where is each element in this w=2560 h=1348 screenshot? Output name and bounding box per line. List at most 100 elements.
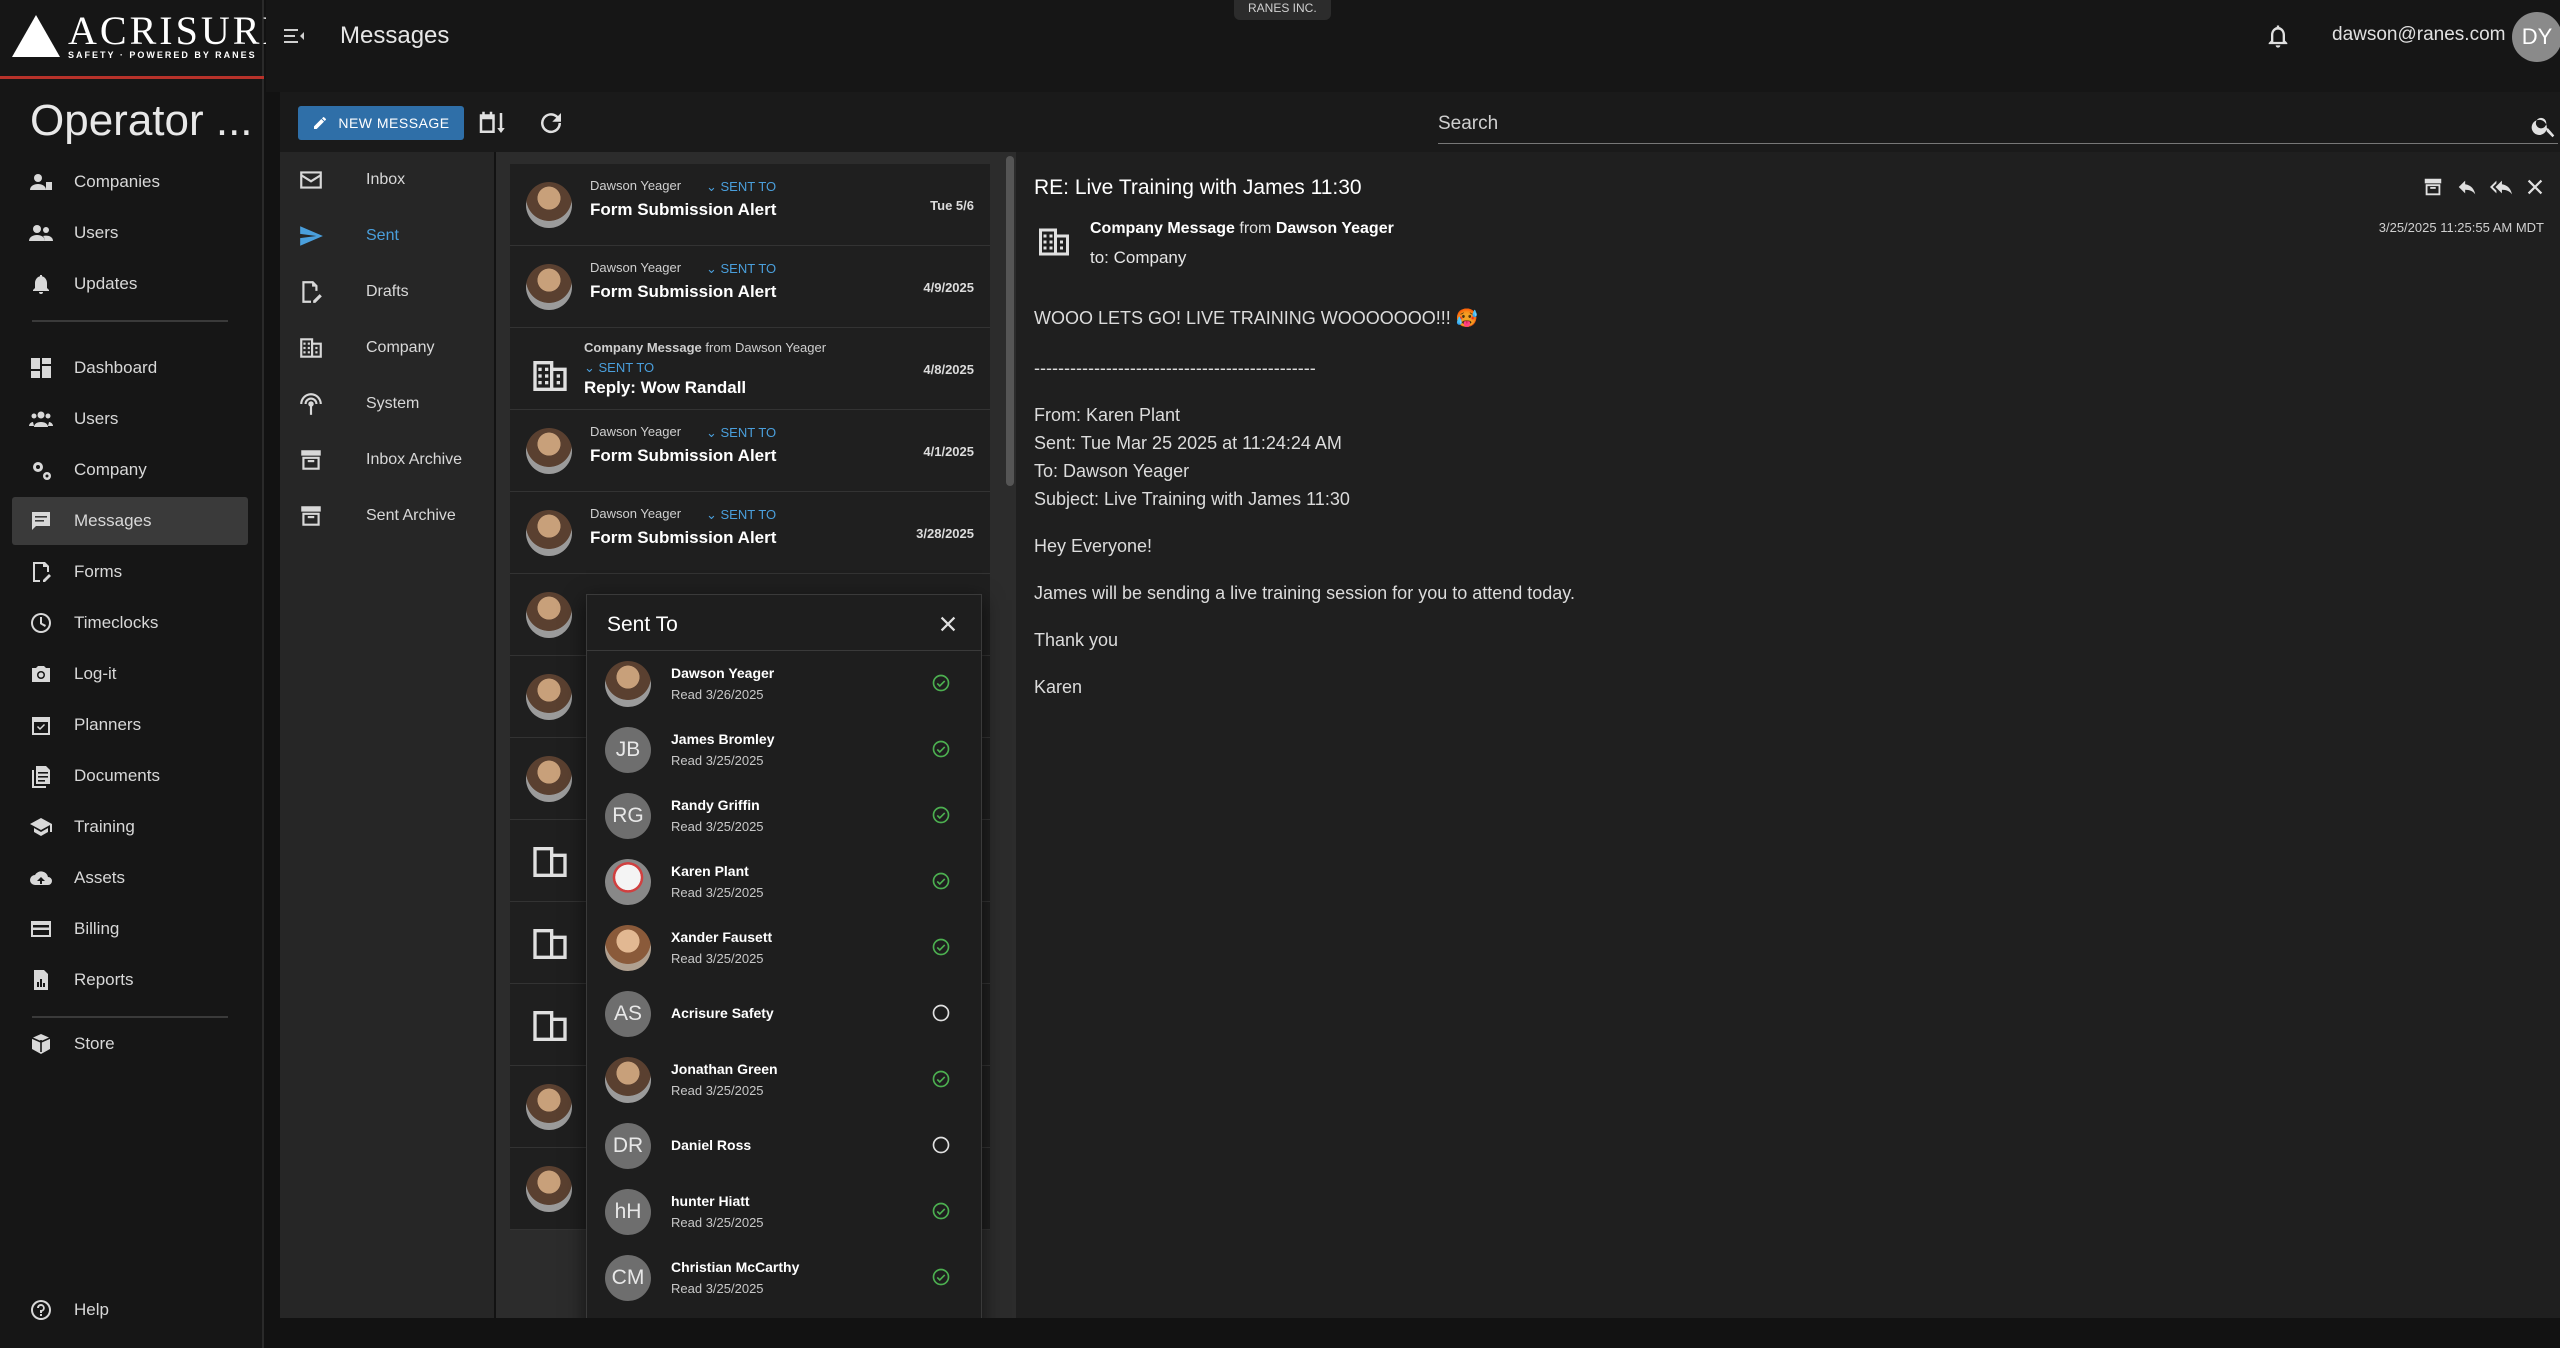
sidebar-item-forms[interactable]: Forms <box>12 548 248 596</box>
message-row[interactable]: Dawson Yeager ⌄ SENT TO Form Submission … <box>510 410 990 492</box>
message-row[interactable]: Company Message from Dawson Yeager ⌄ SEN… <box>510 328 990 410</box>
messages-toolbar: NEW MESSAGE <box>280 92 2560 152</box>
recipient-name: Daniel Ross <box>671 1137 752 1153</box>
message-date: 4/1/2025 <box>923 444 974 459</box>
sidebar-item-store[interactable]: Store <box>12 1020 248 1068</box>
message-row[interactable]: Dawson Yeager ⌄ SENT TO Form Submission … <box>510 246 990 328</box>
archive-icon[interactable] <box>2422 176 2444 198</box>
reply-all-icon[interactable] <box>2490 176 2512 198</box>
sent-to-toggle[interactable]: ⌄ SENT TO <box>584 360 654 376</box>
sidebar-item-users[interactable]: Users <box>12 209 248 257</box>
recipient-row[interactable]: Dawson Yeager Read 3/26/2025 <box>587 651 981 717</box>
quote-to: To: Dawson Yeager <box>1034 461 1190 481</box>
sort-by-date-icon[interactable] <box>476 108 506 138</box>
message-row[interactable]: Dawson Yeager ⌄ SENT TO Form Submission … <box>510 492 990 574</box>
dashboard-icon <box>28 355 54 381</box>
nav-group-admin: Companies Users Updates <box>12 158 248 346</box>
sent-to-toggle[interactable]: ⌄ SENT TO <box>706 507 776 523</box>
body-paragraph: Hey Everyone! <box>1034 536 1153 556</box>
sidebar-item-help[interactable]: Help <box>12 1286 248 1334</box>
folder-inbox[interactable]: Inbox <box>280 152 494 208</box>
sidebar-item-training[interactable]: Training <box>12 803 248 851</box>
recipient-row[interactable]: CM Christian McCarthy Read 3/25/2025 <box>587 1245 981 1311</box>
folder-sent[interactable]: Sent <box>280 208 494 264</box>
sidebar-item-label: Companies <box>74 172 160 191</box>
recipient-row[interactable]: JB James Bromley Read 3/25/2025 <box>587 717 981 783</box>
user-avatar[interactable]: DY <box>2512 12 2560 62</box>
sidebar-item-planners[interactable]: Planners <box>12 701 248 749</box>
sidebar-item-timeclocks[interactable]: Timeclocks <box>12 599 248 647</box>
recipient-row[interactable]: Xander Fausett Read 3/25/2025 <box>587 915 981 981</box>
users-icon <box>28 220 54 246</box>
brand-divider <box>0 76 264 79</box>
brand-tagline: SAFETY · POWERED BY RANES <box>68 50 257 60</box>
read-check-icon <box>932 806 950 824</box>
message-row[interactable]: Dawson Yeager ⌄ SENT TO Form Submission … <box>510 164 990 246</box>
message-list-scrollbar[interactable] <box>1006 156 1014 486</box>
recipient-row[interactable]: RG Randy Griffin Read 3/25/2025 <box>587 783 981 849</box>
unread-circle-icon <box>932 1136 950 1154</box>
close-icon[interactable] <box>937 613 959 635</box>
menu-collapse-icon[interactable] <box>282 24 306 48</box>
sender-avatar <box>526 182 572 228</box>
message-sender: Dawson Yeager <box>590 506 682 521</box>
recipient-read-date: Read 3/25/2025 <box>671 885 764 900</box>
sent-to-toggle[interactable]: ⌄ SENT TO <box>706 261 776 277</box>
folder-company[interactable]: Company <box>280 320 494 376</box>
new-message-label: NEW MESSAGE <box>338 115 450 131</box>
recipient-row[interactable]: DR Daniel Ross <box>587 1113 981 1179</box>
user-email[interactable]: dawson@ranes.com <box>2332 24 2505 46</box>
top-bar: Messages RANES INC. dawson@ranes.com DY <box>266 0 2560 92</box>
sent-to-toggle[interactable]: ⌄ SENT TO <box>706 425 776 441</box>
reply-icon[interactable] <box>2456 176 2478 198</box>
recipient-avatar: RG <box>605 793 651 839</box>
search-icon[interactable] <box>2530 112 2558 140</box>
sidebar-item-assets[interactable]: Assets <box>12 854 248 902</box>
sidebar-item-messages[interactable]: Messages <box>12 497 248 545</box>
recipient-read-date: Read 3/25/2025 <box>671 1281 764 1296</box>
search-input[interactable] <box>1438 106 2508 142</box>
recipient-read-date: Read 3/25/2025 <box>671 1215 764 1230</box>
refresh-icon[interactable] <box>536 108 566 138</box>
read-check-icon <box>932 674 950 692</box>
page-title: Messages <box>340 22 450 49</box>
sidebar-item-reports[interactable]: Reports <box>12 956 248 1004</box>
recipient-row[interactable]: Karen Plant Read 3/25/2025 <box>587 849 981 915</box>
sidebar-item-log-it[interactable]: Log-it <box>12 650 248 698</box>
users-icon <box>28 406 54 432</box>
sidebar-item-updates[interactable]: Updates <box>12 260 248 308</box>
sidebar-item-documents[interactable]: Documents <box>12 752 248 800</box>
folder-sent-archive[interactable]: Sent Archive <box>280 488 494 544</box>
folder-drafts[interactable]: Drafts <box>280 264 494 320</box>
sent-to-toggle[interactable]: ⌄ SENT TO <box>706 179 776 195</box>
sidebar-item-label: Training <box>74 817 135 836</box>
sidebar-item-companies[interactable]: Companies <box>12 158 248 206</box>
notifications-bell-icon[interactable] <box>2264 22 2292 50</box>
sidebar-item-billing[interactable]: Billing <box>12 905 248 953</box>
read-check-icon <box>932 1202 950 1220</box>
recipient-row[interactable]: Jonathan Green Read 3/25/2025 <box>587 1047 981 1113</box>
popup-title: Sent To <box>607 613 678 636</box>
folder-inbox-archive[interactable]: Inbox Archive <box>280 432 494 488</box>
new-message-button[interactable]: NEW MESSAGE <box>298 106 464 140</box>
recipient-row[interactable]: hH hunter Hiatt Read 3/25/2025 <box>587 1179 981 1245</box>
close-icon[interactable] <box>2524 176 2546 198</box>
sender-avatar <box>526 510 572 556</box>
brand-logo[interactable]: ACRISURE SAFETY · POWERED BY RANES <box>12 11 287 60</box>
recipient-avatar: AS <box>605 991 651 1037</box>
company-badge[interactable]: RANES INC. <box>1234 0 1331 20</box>
sidebar-item-label: Documents <box>74 766 160 785</box>
recipient-name: Christian McCarthy <box>671 1259 800 1275</box>
sidebar-item-label: Forms <box>74 562 123 581</box>
recipient-name: hunter Hiatt <box>671 1193 750 1209</box>
sidebar-item-dashboard[interactable]: Dashboard <box>12 344 248 392</box>
reader-subject: RE: Live Training with James 11:30 <box>1034 176 1362 199</box>
sidebar-item-company[interactable]: Company <box>12 446 248 494</box>
message-subject: Form Submission Alert <box>590 282 777 301</box>
read-check-icon <box>932 740 950 758</box>
recipient-avatar <box>605 661 651 707</box>
recipient-row[interactable]: AS Acrisure Safety <box>587 981 981 1047</box>
acrisure-logo-icon <box>12 15 60 57</box>
sidebar-item-users-2[interactable]: Users <box>12 395 248 443</box>
folder-system[interactable]: System <box>280 376 494 432</box>
